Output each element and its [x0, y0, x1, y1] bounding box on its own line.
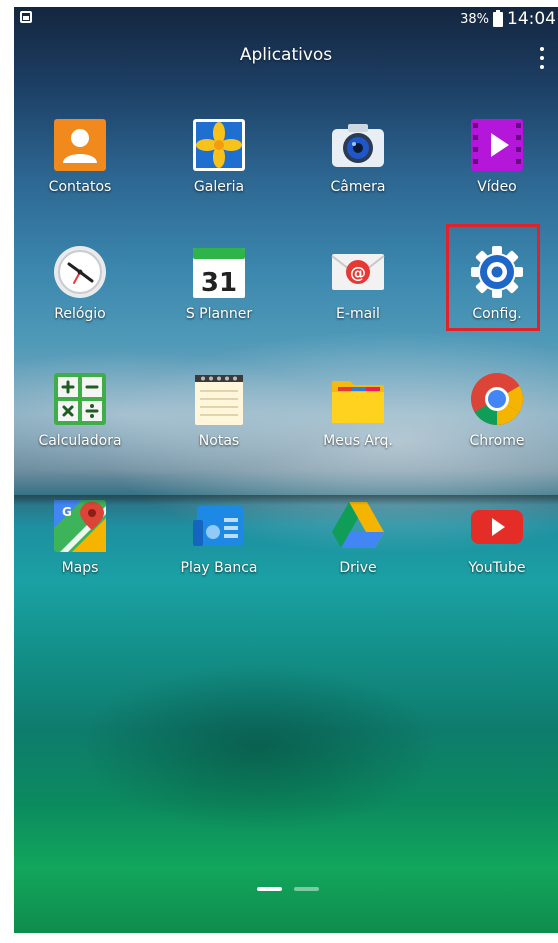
folder-icon — [330, 371, 386, 427]
video-icon — [469, 117, 525, 173]
screenshot-notification-icon — [20, 11, 32, 23]
svg-text:@: @ — [350, 263, 366, 282]
menu-dot-icon — [540, 55, 544, 60]
selection-highlight-box — [446, 224, 540, 331]
overflow-menu-button[interactable] — [534, 45, 550, 71]
app-play-banca[interactable]: Play Banca — [154, 492, 284, 602]
app-drive[interactable]: Drive — [293, 492, 423, 602]
app-drawer-screen: 38% 14:04 Aplicativos Contatos Galeria C… — [14, 7, 558, 933]
app-notas[interactable]: Notas — [154, 365, 284, 475]
calendar-day-number: 31 — [201, 268, 237, 298]
menu-dot-icon — [540, 47, 544, 52]
app-drawer-header: Aplicativos — [14, 45, 558, 75]
page-dot[interactable] — [294, 887, 319, 891]
battery-percent: 38% — [460, 11, 489, 27]
app-label: E-mail — [336, 306, 380, 322]
chrome-icon — [469, 371, 525, 427]
app-label: Meus Arq. — [323, 433, 393, 449]
app-label: Play Banca — [180, 560, 258, 576]
app-label: Chrome — [469, 433, 525, 449]
app-email[interactable]: @ E-mail — [293, 238, 423, 348]
calculator-icon — [52, 371, 108, 427]
app-contatos[interactable]: Contatos — [15, 111, 145, 221]
app-calculadora[interactable]: Calculadora — [15, 365, 145, 475]
status-clock: 14:04 — [507, 9, 556, 29]
app-label: Drive — [339, 560, 377, 576]
app-label: Galeria — [193, 179, 245, 195]
contacts-icon — [52, 117, 108, 173]
notes-icon — [191, 371, 247, 427]
drive-icon — [330, 498, 386, 554]
app-meus-arq[interactable]: Meus Arq. — [293, 365, 423, 475]
page-indicator — [257, 887, 319, 891]
app-label: Contatos — [48, 179, 112, 195]
camera-icon — [330, 117, 386, 173]
status-bar: 38% 14:04 — [14, 7, 558, 31]
page-title: Aplicativos — [239, 45, 333, 65]
app-youtube[interactable]: YouTube — [432, 492, 558, 602]
app-label: S Planner — [185, 306, 253, 322]
app-label: Notas — [198, 433, 240, 449]
app-s-planner[interactable]: 31 S Planner — [154, 238, 284, 348]
youtube-icon — [469, 498, 525, 554]
app-camera[interactable]: Câmera — [293, 111, 423, 221]
gallery-icon — [191, 117, 247, 173]
app-label: Vídeo — [477, 179, 517, 195]
app-label: Calculadora — [38, 433, 122, 449]
calendar-icon: 31 — [191, 244, 247, 300]
app-relogio[interactable]: Relógio — [15, 238, 145, 348]
battery-icon — [493, 9, 503, 27]
app-label: Relógio — [54, 306, 106, 322]
app-label: Maps — [61, 560, 99, 576]
app-video[interactable]: Vídeo — [432, 111, 558, 221]
app-maps[interactable]: G Maps — [15, 492, 145, 602]
app-chrome[interactable]: Chrome — [432, 365, 558, 475]
app-galeria[interactable]: Galeria — [154, 111, 284, 221]
app-label: YouTube — [468, 560, 526, 576]
email-icon: @ — [330, 244, 386, 300]
newsstand-icon — [191, 498, 247, 554]
menu-dot-icon — [540, 64, 544, 69]
svg-text:G: G — [62, 505, 72, 519]
clock-icon — [52, 244, 108, 300]
page-dot-active[interactable] — [257, 887, 282, 891]
app-label: Câmera — [330, 179, 386, 195]
maps-icon: G — [52, 498, 108, 554]
